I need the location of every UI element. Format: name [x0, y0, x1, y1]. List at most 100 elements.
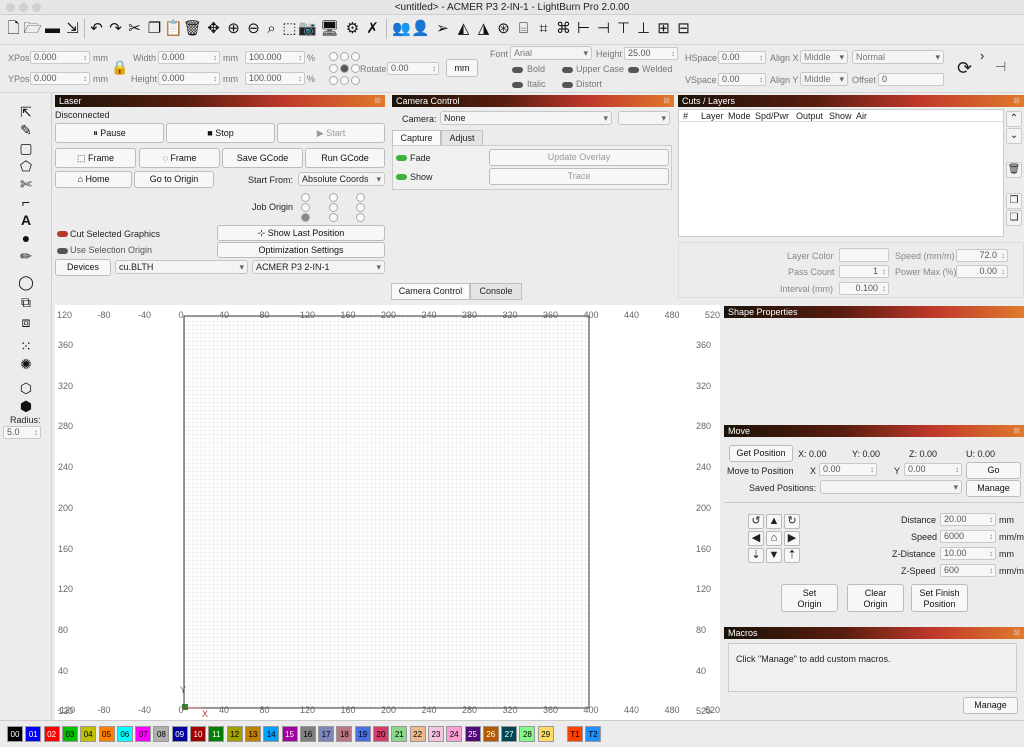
center-icon[interactable]: ⊞ — [654, 17, 673, 41]
origin-dot[interactable] — [340, 52, 349, 61]
arrow-down-icon[interactable]: ▼ — [766, 548, 782, 563]
arrow-right-icon[interactable]: ▶ — [784, 531, 800, 546]
scissors-icon[interactable]: ✄ — [16, 175, 36, 193]
job-origin-dot[interactable] — [329, 203, 338, 212]
go-to-origin-button[interactable]: Go to Origin — [134, 171, 214, 188]
upper-case-toggle[interactable] — [562, 67, 573, 73]
dock-icon[interactable]: ⊟ — [674, 17, 693, 41]
palette-swatch-11[interactable]: 11 — [208, 726, 225, 742]
palette-swatch-24[interactable]: 24 — [446, 726, 463, 742]
user-group-icon[interactable]: 👥 — [392, 17, 411, 41]
palette-swatch-27[interactable]: 27 — [501, 726, 518, 742]
weld-icon[interactable]: ⧉ — [16, 293, 36, 311]
italic-toggle[interactable] — [512, 82, 523, 88]
palette-swatch-03[interactable]: 03 — [61, 726, 78, 742]
offset-input[interactable]: 0 — [878, 73, 944, 86]
tab-camera-control[interactable]: Camera Control — [391, 283, 470, 300]
tab-capture[interactable]: Capture — [392, 130, 441, 146]
cut-icon[interactable]: ✂ — [125, 17, 144, 41]
grid-array-icon[interactable]: ⁙ — [16, 337, 36, 355]
layers-table[interactable]: # Layer Mode Spd/Pwr Output Show Air — [678, 109, 1004, 237]
camera-mode-select[interactable] — [618, 111, 670, 125]
palette-swatch-09[interactable]: 09 — [171, 726, 188, 742]
rotate-input[interactable]: 0.00 — [387, 62, 439, 75]
palette-swatch-21[interactable]: 21 — [391, 726, 408, 742]
height-input[interactable]: 0.000 — [158, 72, 220, 85]
move-x-input[interactable]: 0.00 — [819, 463, 877, 476]
flip-icon[interactable]: ◮ — [474, 17, 493, 41]
get-position-button[interactable]: Get Position — [729, 445, 793, 462]
palette-swatch-01[interactable]: 01 — [25, 726, 42, 742]
palette-swatch-07[interactable]: 07 — [135, 726, 152, 742]
z-down-icon[interactable]: ⇣ — [748, 548, 764, 563]
palette-swatch-14[interactable]: 14 — [263, 726, 280, 742]
refresh-icon[interactable]: ⟳ — [957, 58, 972, 79]
set-finish-position-button[interactable]: Set Finish Position — [911, 584, 968, 612]
power-max-input[interactable]: 0.00 — [956, 265, 1008, 278]
palette-swatch-02[interactable]: 02 — [43, 726, 60, 742]
minimize-window-icon[interactable] — [19, 3, 28, 12]
zoom-in-icon[interactable]: ⊕ — [224, 17, 243, 41]
radius-input[interactable]: 5.0 — [3, 426, 41, 439]
chevron-right-icon[interactable]: › — [980, 48, 984, 63]
offset-shape-icon[interactable]: ◯ — [16, 273, 36, 291]
delete-icon[interactable]: 🗑 — [183, 17, 202, 41]
palette-swatch-23[interactable]: 23 — [427, 726, 444, 742]
manage-macros-button[interactable]: Manage — [963, 697, 1018, 714]
target-icon[interactable]: ⊛ — [494, 17, 513, 41]
run-gcode-button[interactable]: Run GCode — [305, 148, 385, 168]
job-origin-dot[interactable] — [301, 193, 310, 202]
start-button[interactable]: ▶ Start — [277, 123, 385, 143]
palette-swatch-16[interactable]: 16 — [299, 726, 316, 742]
align-left-icon[interactable]: ⊢ — [574, 17, 593, 41]
devices-button[interactable]: Devices — [55, 259, 111, 276]
mirror-icon[interactable]: ◭ — [454, 17, 473, 41]
move-y-input[interactable]: 0.00 — [904, 463, 962, 476]
stop-button[interactable]: ■ Stop — [166, 123, 275, 143]
align-x-select[interactable]: Middle — [800, 50, 848, 64]
align-y-select[interactable]: Middle — [800, 72, 848, 86]
save-gcode-button[interactable]: Save GCode — [222, 148, 303, 168]
layer-down-icon[interactable]: ⌄ — [1006, 128, 1022, 144]
cut-selected-toggle[interactable] — [57, 231, 68, 237]
z-distance-input[interactable]: 10.00 — [940, 547, 996, 560]
set-origin-button[interactable]: Set Origin — [781, 584, 838, 612]
frame-rect-button[interactable]: ⬚ Frame — [55, 148, 136, 168]
align-top-icon[interactable]: ⊤ — [614, 17, 633, 41]
origin-dot[interactable] — [351, 76, 360, 85]
z-speed-input[interactable]: 600 — [940, 564, 996, 577]
saved-positions-select[interactable] — [820, 480, 962, 494]
distance-input[interactable]: 20.00 — [940, 513, 996, 526]
use-selection-toggle[interactable] — [57, 248, 68, 254]
palette-swatch-00[interactable]: 00 — [7, 726, 23, 742]
home-icon[interactable]: ⌂ — [766, 531, 782, 546]
camera-icon[interactable]: 📷 — [298, 17, 317, 41]
palette-swatch-13[interactable]: 13 — [244, 726, 261, 742]
vspace-input[interactable]: 0.00 — [718, 73, 766, 86]
tab-console[interactable]: Console — [470, 283, 522, 300]
lock-icon[interactable]: 🔒 — [111, 59, 128, 76]
text-mode-select[interactable]: Normal — [852, 50, 944, 64]
show-last-position-button[interactable]: ⊹ Show Last Position — [217, 225, 385, 241]
monitor-icon[interactable]: 🖥 — [320, 17, 339, 41]
position-laser-icon[interactable]: ● — [16, 229, 36, 247]
palette-swatch-17[interactable]: 17 — [318, 726, 335, 742]
arrow-up-icon[interactable]: ▲ — [766, 514, 782, 529]
rectangle-icon[interactable]: ▢ — [16, 139, 36, 157]
height-percent-input[interactable]: 100.000 — [245, 72, 305, 85]
palette-swatch-28[interactable]: 28 — [519, 726, 536, 742]
save-icon[interactable]: ▬ — [43, 17, 62, 41]
optimization-settings-button[interactable]: Optimization Settings — [217, 242, 385, 258]
palette-swatch-t1[interactable]: T1 — [567, 726, 583, 742]
import-icon[interactable]: ⇲ — [63, 17, 82, 41]
user-icon[interactable]: 👤 — [411, 17, 430, 41]
palette-swatch-18[interactable]: 18 — [336, 726, 353, 742]
align-icon[interactable]: ⌸ — [514, 17, 533, 41]
palette-swatch-t2[interactable]: T2 — [585, 726, 601, 742]
origin-dot[interactable] — [329, 76, 338, 85]
tools-icon[interactable]: ✗ — [363, 17, 382, 41]
xpos-input[interactable]: 0.000 — [30, 51, 90, 64]
palette-swatch-12[interactable]: 12 — [226, 726, 243, 742]
origin-dot[interactable] — [329, 64, 338, 73]
fade-toggle[interactable] — [396, 155, 407, 161]
